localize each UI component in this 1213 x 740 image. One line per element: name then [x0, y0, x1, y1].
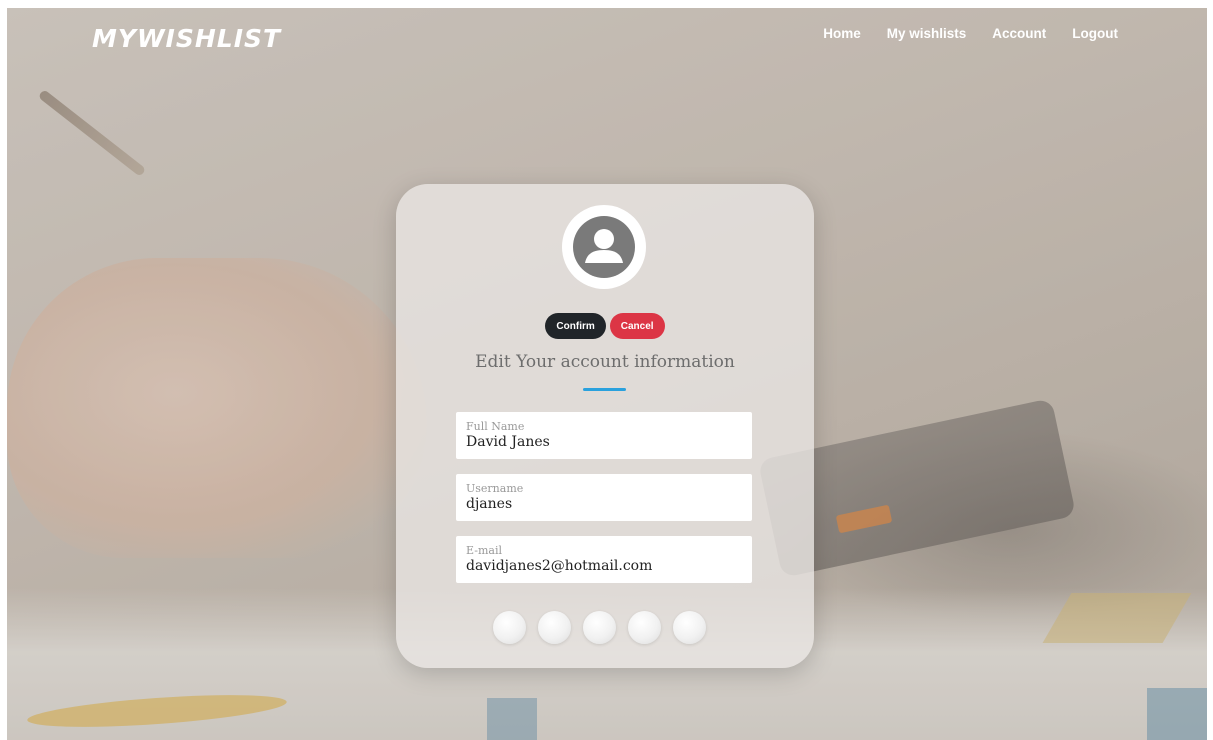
- form-heading: Edit Your account information: [475, 352, 735, 372]
- cancel-button[interactable]: Cancel: [609, 313, 665, 339]
- nav-home-link[interactable]: Home: [823, 26, 861, 41]
- email-label: E-mail: [466, 544, 502, 557]
- username-label: Username: [466, 482, 524, 495]
- nav-logout-link[interactable]: Logout: [1072, 26, 1118, 41]
- account-edit-card: Confirm Cancel Edit Your account informa…: [396, 184, 814, 668]
- avatar[interactable]: [562, 205, 646, 289]
- brand-logo[interactable]: MYWISHLIST: [92, 24, 281, 53]
- confirm-button[interactable]: Confirm: [545, 313, 606, 339]
- full-name-label: Full Name: [466, 420, 525, 433]
- heading-underline: [583, 388, 626, 391]
- full-name-input[interactable]: David Janes: [466, 433, 742, 451]
- nav-my-wishlists-link[interactable]: My wishlists: [887, 26, 967, 41]
- option-circle-1[interactable]: [493, 611, 526, 644]
- nav-account-link[interactable]: Account: [992, 26, 1046, 41]
- username-input[interactable]: djanes: [466, 495, 742, 513]
- option-circle-3[interactable]: [583, 611, 616, 644]
- email-input[interactable]: davidjanes2@hotmail.com: [466, 557, 742, 575]
- email-field[interactable]: E-mail davidjanes2@hotmail.com: [456, 536, 752, 583]
- option-circle-4[interactable]: [628, 611, 661, 644]
- option-circle-2[interactable]: [538, 611, 571, 644]
- option-circle-5[interactable]: [673, 611, 706, 644]
- full-name-field[interactable]: Full Name David Janes: [456, 412, 752, 459]
- action-buttons: Confirm Cancel: [396, 313, 814, 339]
- username-field[interactable]: Username djanes: [456, 474, 752, 521]
- top-nav: Home My wishlists Account Logout: [823, 26, 1118, 41]
- user-avatar-icon: [573, 216, 635, 278]
- option-circles: [493, 611, 706, 644]
